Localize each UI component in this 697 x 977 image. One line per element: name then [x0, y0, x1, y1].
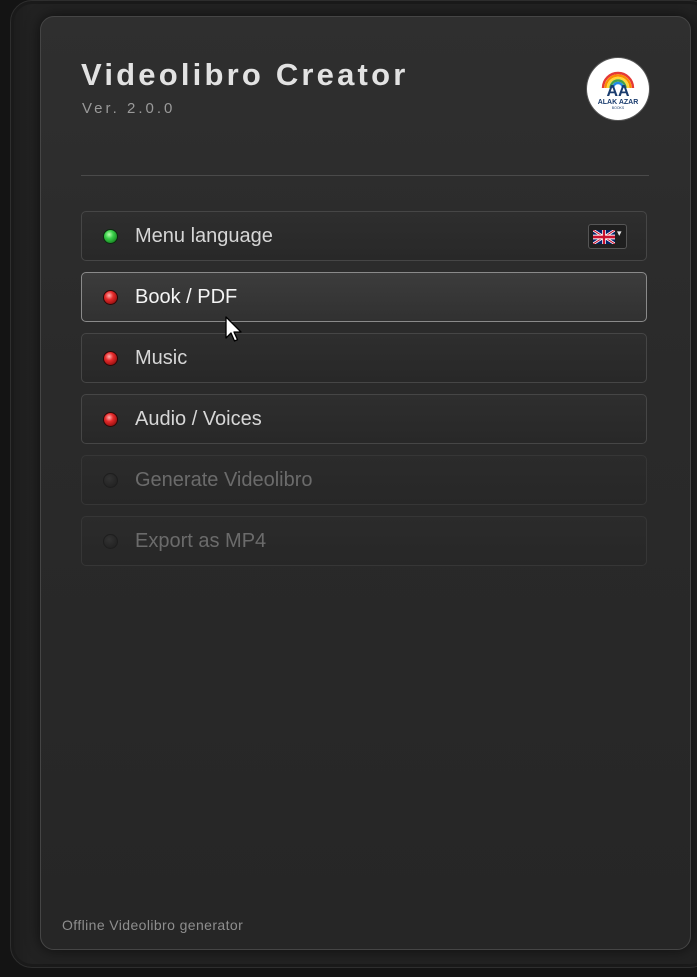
- menu-item-label: Audio / Voices: [135, 408, 262, 430]
- status-led-icon: [103, 473, 118, 488]
- status-led-icon: [103, 351, 118, 366]
- header-divider: [81, 175, 649, 176]
- menu-item-book-pdf[interactable]: Book / PDF: [81, 272, 647, 322]
- logo-tagline: BOOKS: [612, 106, 625, 110]
- mouse-cursor-icon: [225, 316, 242, 342]
- status-led-icon: [103, 229, 118, 244]
- menu-item-label: Generate Videolibro: [135, 469, 313, 491]
- menu-item-label: Book / PDF: [135, 286, 238, 308]
- menu-item-label: Export as MP4: [135, 530, 267, 552]
- app-title: Videolibro Creator: [81, 57, 409, 92]
- chevron-down-icon: ▾: [617, 228, 622, 238]
- logo-wordmark: ALAK AZAR: [598, 99, 639, 106]
- menu-item-label: Music: [135, 347, 188, 369]
- menu-item-export-mp4: Export as MP4: [81, 516, 647, 566]
- app-window: Videolibro Creator Ver. 2.0.0 AA ALAK AZ…: [10, 0, 697, 968]
- status-led-icon: [103, 534, 118, 549]
- footer-text: Offline Videolibro generator: [62, 917, 244, 933]
- status-led-icon: [103, 290, 118, 305]
- status-led-icon: [103, 412, 118, 427]
- app-version: Ver. 2.0.0: [82, 100, 176, 117]
- menu-item-generate-videolibro: Generate Videolibro: [81, 455, 647, 505]
- alak-azar-logo: AA ALAK AZAR BOOKS: [587, 58, 649, 120]
- main-panel: Videolibro Creator Ver. 2.0.0 AA ALAK AZ…: [40, 16, 691, 950]
- uk-flag-icon: [593, 230, 615, 244]
- language-select[interactable]: ▾: [588, 224, 627, 249]
- logo-monogram: AA: [606, 83, 630, 100]
- menu-item-label: Menu language: [135, 225, 273, 247]
- menu-item-language[interactable]: Menu language ▾: [81, 211, 647, 261]
- menu-item-audio-voices[interactable]: Audio / Voices: [81, 394, 647, 444]
- menu-item-music[interactable]: Music: [81, 333, 647, 383]
